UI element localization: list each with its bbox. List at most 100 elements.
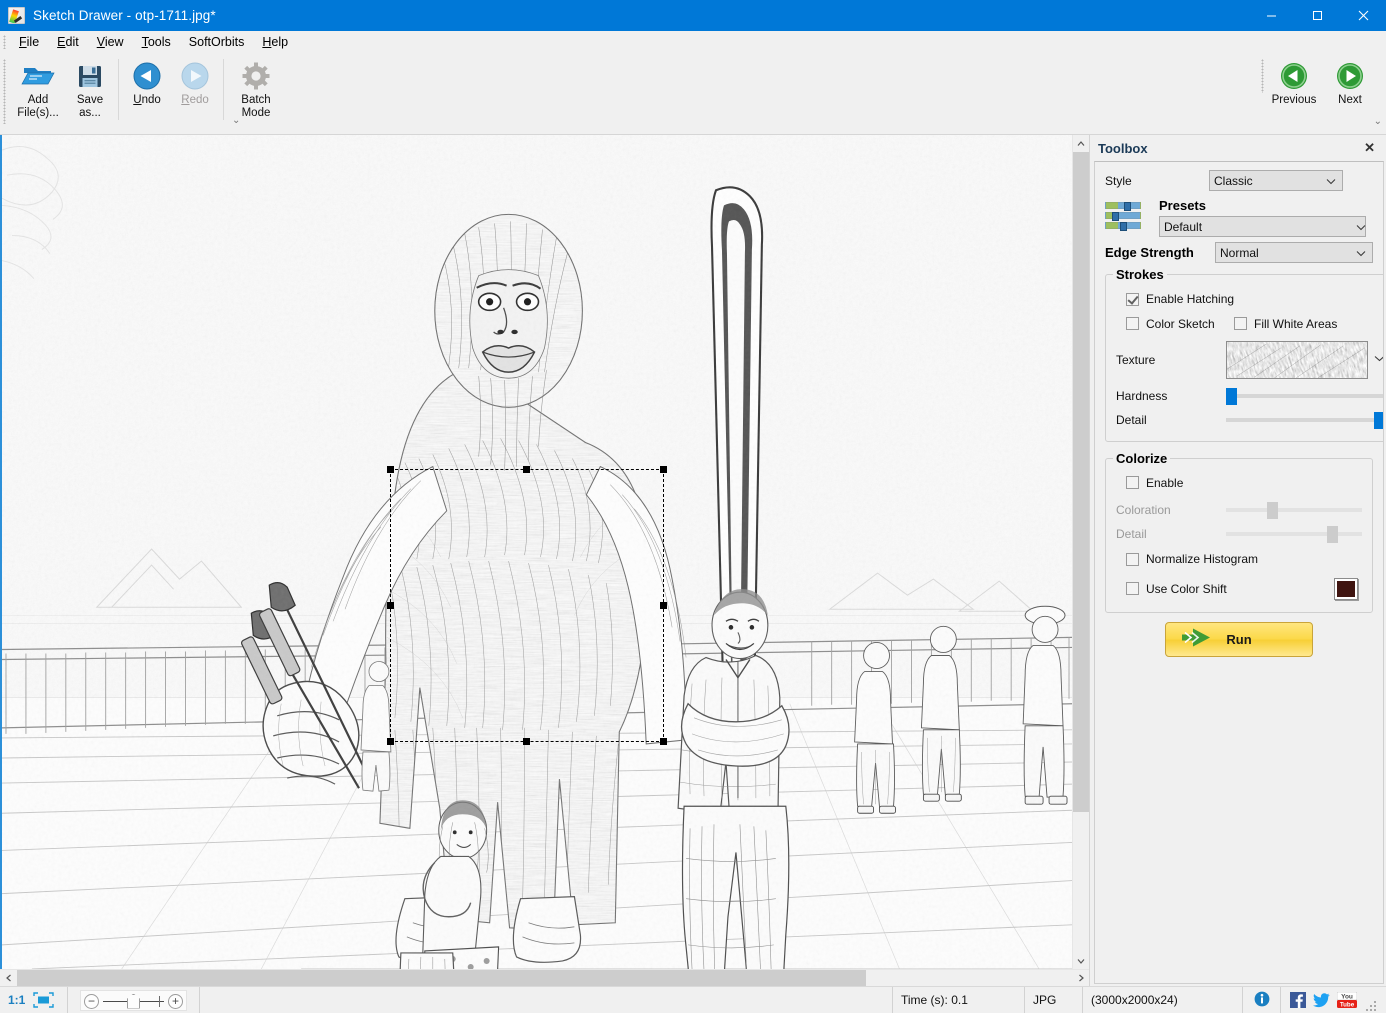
green-double-arrow-icon [1180, 628, 1212, 651]
add-files-icon [21, 58, 55, 94]
redo-label: Redo [181, 94, 209, 106]
undo-button[interactable]: Undo [123, 53, 171, 107]
toolbox-close-icon[interactable]: ✕ [1359, 140, 1380, 156]
image-canvas-panel [0, 135, 1090, 986]
zoom-in-button[interactable]: + [168, 993, 183, 1009]
vertical-scroll-track[interactable] [1073, 152, 1089, 952]
menu-bar: File Edit View Tools SoftOrbits Help [0, 31, 1386, 53]
enable-hatching-label: Enable Hatching [1146, 292, 1235, 306]
slider-track [1226, 508, 1362, 512]
zoom-status-cell: 1:1 [0, 987, 68, 1013]
main-area: Toolbox ✕ Style Classic Presets Default … [0, 135, 1386, 986]
fill-white-areas-label: Fill White Areas [1254, 316, 1338, 331]
add-files-label: Add File(s)... [17, 94, 59, 119]
info-icon[interactable] [1254, 991, 1270, 1010]
menu-help[interactable]: Help [253, 33, 297, 51]
toolbox-panel: Toolbox ✕ Style Classic Presets Default … [1090, 135, 1386, 986]
scroll-right-arrow-icon[interactable] [1072, 970, 1089, 986]
menu-tools[interactable]: Tools [133, 33, 180, 51]
zoom-slider-cell: − + [68, 987, 200, 1013]
menu-help-label: elp [271, 35, 289, 49]
save-as-button[interactable]: Save as... [66, 53, 114, 120]
edge-strength-select[interactable]: Normal [1215, 242, 1373, 263]
fit-to-screen-icon[interactable] [33, 992, 55, 1008]
checkbox-box [1126, 317, 1139, 330]
normalize-histogram-checkbox[interactable]: Normalize Histogram [1126, 552, 1258, 566]
window-controls [1248, 0, 1386, 31]
canvas-horizontal-scrollbar[interactable] [0, 969, 1089, 986]
presets-select[interactable]: Default [1159, 216, 1366, 237]
scroll-left-arrow-icon[interactable] [0, 970, 17, 986]
colorize-enable-label: Enable [1146, 475, 1184, 490]
resize-grip[interactable] [1364, 999, 1378, 1013]
batch-mode-button[interactable]: Batch Mode [228, 53, 284, 120]
minimize-button[interactable] [1248, 0, 1294, 31]
zoom-ratio-label[interactable]: 1:1 [8, 993, 25, 1007]
scroll-up-arrow-icon[interactable] [1073, 135, 1089, 152]
colorize-detail-slider[interactable] [1226, 525, 1362, 543]
zoom-slider[interactable]: − + [80, 989, 187, 1011]
style-select[interactable]: Classic [1209, 170, 1343, 191]
next-arrow-icon [1335, 58, 1365, 94]
canvas-row [0, 135, 1089, 969]
slider-thumb[interactable] [1374, 411, 1383, 429]
style-row: Style Classic [1105, 170, 1373, 191]
slider-thumb[interactable] [1226, 387, 1237, 405]
gear-icon [241, 58, 271, 94]
close-button[interactable] [1340, 0, 1386, 31]
horizontal-scroll-track[interactable] [17, 970, 1072, 986]
menu-softorbits[interactable]: SoftOrbits [180, 33, 254, 51]
color-sketch-checkbox[interactable]: Color Sketch [1126, 317, 1234, 331]
redo-button[interactable]: Redo [171, 53, 219, 107]
toolbox-title: Toolbox [1098, 140, 1148, 156]
fill-white-areas-checkbox[interactable]: Fill White Areas [1234, 317, 1337, 331]
menu-tools-label: ools [147, 35, 171, 49]
use-color-shift-checkbox[interactable]: Use Color Shift [1126, 582, 1227, 596]
hardness-label: Hardness [1116, 388, 1168, 403]
menu-edit[interactable]: Edit [48, 33, 88, 51]
run-button[interactable]: Run [1165, 621, 1313, 657]
style-value: Classic [1214, 173, 1253, 188]
zoom-slider-tick [159, 995, 160, 1007]
coloration-slider[interactable] [1226, 501, 1362, 519]
zoom-out-button[interactable]: − [84, 993, 99, 1009]
scroll-down-arrow-icon[interactable] [1073, 952, 1089, 969]
previous-button[interactable]: Previous [1266, 53, 1322, 107]
hardness-slider[interactable] [1226, 387, 1383, 405]
coloration-row: Coloration [1116, 501, 1362, 519]
toolbar-overflow-glyph[interactable]: ⌄ [232, 115, 240, 126]
add-files-button[interactable]: Add File(s)... [10, 53, 66, 120]
menu-view-label: iew [104, 35, 124, 49]
menu-view[interactable]: View [88, 33, 133, 51]
checkbox-box [1126, 292, 1139, 306]
sketch-drawer-icon [8, 7, 25, 24]
detail-slider[interactable] [1226, 411, 1383, 429]
horizontal-scroll-thumb[interactable] [17, 970, 867, 986]
facebook-icon[interactable] [1289, 992, 1306, 1009]
texture-label: Texture [1116, 352, 1156, 367]
maximize-button[interactable] [1294, 0, 1340, 31]
chevron-down-icon[interactable] [1374, 354, 1383, 365]
zoom-slider-thumb[interactable] [127, 993, 140, 1009]
sketch-image [2, 135, 1072, 969]
color-shift-swatch[interactable] [1334, 577, 1358, 600]
menu-file[interactable]: File [10, 33, 48, 51]
hardness-row: Hardness [1116, 387, 1383, 405]
strokes-group: Strokes Enable Hatching Color Sketch Fil… [1105, 267, 1383, 442]
save-as-label: Save as... [76, 94, 104, 119]
slider-thumb[interactable] [1326, 526, 1338, 543]
image-canvas[interactable] [0, 135, 1072, 969]
youtube-icon[interactable]: You Tube [1337, 992, 1357, 1009]
twitter-icon[interactable] [1313, 992, 1330, 1009]
vertical-scroll-thumb[interactable] [1073, 152, 1089, 812]
toolbar-collapse-glyph[interactable]: ⌄ [1374, 116, 1382, 127]
slider-thumb[interactable] [1266, 502, 1278, 519]
edge-strength-label: Edge Strength [1105, 245, 1194, 260]
enable-hatching-checkbox[interactable]: Enable Hatching [1126, 292, 1234, 306]
texture-preview[interactable] [1226, 340, 1368, 379]
canvas-vertical-scrollbar[interactable] [1072, 135, 1089, 969]
slider-track [1226, 393, 1383, 398]
next-button[interactable]: Next [1322, 53, 1378, 107]
colorize-enable-checkbox[interactable]: Enable [1126, 476, 1183, 490]
texture-row: Texture [1116, 340, 1383, 379]
